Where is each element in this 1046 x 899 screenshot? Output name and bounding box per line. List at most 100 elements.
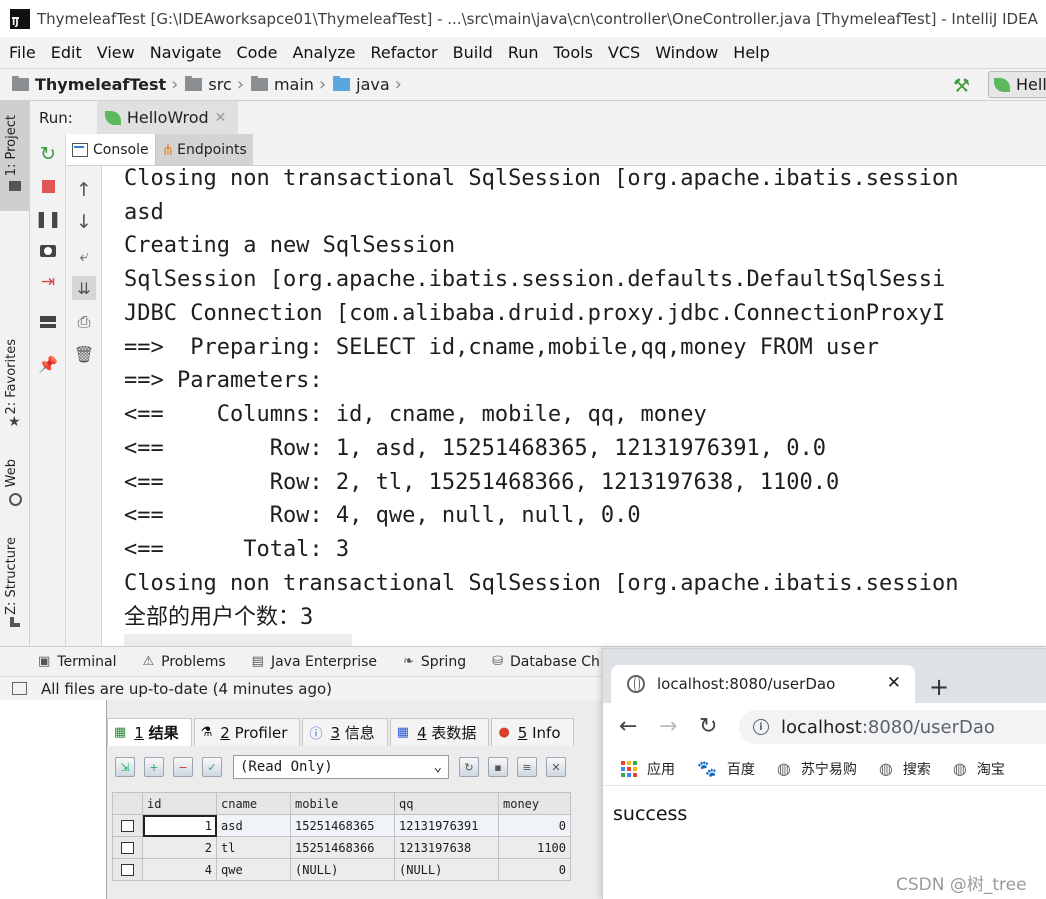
- soft-wrap-icon[interactable]: ⤶: [74, 246, 94, 266]
- column-header[interactable]: money: [498, 792, 571, 815]
- save-icon[interactable]: ✓: [202, 757, 222, 777]
- forward-icon[interactable]: →: [659, 714, 677, 739]
- layout-icon[interactable]: [38, 312, 58, 332]
- tab-database-changes[interactable]: ⛁ Database Ch: [492, 654, 600, 670]
- tab-spring[interactable]: ❧ Spring: [403, 654, 466, 670]
- run-tab-hellowrod[interactable]: HelloWrod ✕: [96, 101, 239, 134]
- build-hammer-icon[interactable]: ⚒: [953, 75, 970, 97]
- table-cell[interactable]: 0: [498, 858, 571, 881]
- bookmark-apps[interactable]: 应用: [621, 759, 675, 779]
- tab-info-5[interactable]: ● 5 Info: [491, 718, 574, 746]
- table-row[interactable]: 2 tl 15251468366 1213197638 1100: [112, 836, 571, 859]
- add-row-icon[interactable]: +: [144, 757, 164, 777]
- row-checkbox[interactable]: [112, 858, 143, 881]
- tab-problems[interactable]: ⚠ Problems: [142, 654, 225, 670]
- table-cell[interactable]: asd: [216, 814, 291, 837]
- breadcrumb-src[interactable]: src ›: [185, 74, 251, 95]
- breadcrumb-project[interactable]: ThymeleafTest ›: [12, 74, 185, 95]
- table-cell[interactable]: 0: [498, 814, 571, 837]
- table-cell[interactable]: (NULL): [290, 858, 395, 881]
- structure-tool-tab[interactable]: Z: Structure: [4, 537, 19, 615]
- table-cell[interactable]: 15251468365: [290, 814, 395, 837]
- table-cell[interactable]: 1213197638: [394, 836, 499, 859]
- menu-vcs[interactable]: VCS: [608, 43, 640, 62]
- close-icon[interactable]: ✕: [215, 110, 227, 126]
- table-cell[interactable]: 1: [142, 814, 217, 837]
- menu-help[interactable]: Help: [733, 43, 769, 62]
- table-cell[interactable]: (NULL): [394, 858, 499, 881]
- delete-row-icon[interactable]: −: [173, 757, 193, 777]
- scroll-to-end-icon[interactable]: ⇊: [72, 276, 96, 300]
- bookmark-suning[interactable]: ◍ 苏宁易购: [777, 759, 857, 779]
- result-grid[interactable]: id cname mobile qq money 1 asd 152514683…: [112, 792, 571, 881]
- refresh-icon[interactable]: ↻: [459, 757, 479, 777]
- run-configuration-selector[interactable]: Hell: [988, 71, 1046, 98]
- tab-info[interactable]: ⓘ 3 信息: [302, 718, 388, 746]
- table-cell[interactable]: 15251468366: [290, 836, 395, 859]
- new-tab-icon[interactable]: +: [929, 673, 949, 701]
- filter-icon[interactable]: ≡: [517, 757, 537, 777]
- column-header[interactable]: qq: [394, 792, 499, 815]
- table-cell[interactable]: 4: [142, 858, 217, 881]
- site-info-icon[interactable]: i: [753, 719, 769, 735]
- tab-results[interactable]: ▦ 1 结果: [107, 718, 192, 746]
- table-row[interactable]: 4 qwe (NULL) (NULL) 0: [112, 858, 571, 881]
- bookmark-taobao[interactable]: ◍ 淘宝: [953, 759, 1005, 779]
- table-cell[interactable]: 2: [142, 836, 217, 859]
- tab-table-data[interactable]: ▦ 4 表数据: [389, 718, 490, 746]
- menu-window[interactable]: Window: [655, 43, 718, 62]
- row-checkbox[interactable]: [112, 836, 143, 859]
- menu-refactor[interactable]: Refactor: [371, 43, 438, 62]
- tab-endpoints[interactable]: ⋔ Endpoints: [155, 134, 253, 165]
- menu-tools[interactable]: Tools: [554, 43, 593, 62]
- breadcrumb-java[interactable]: java ›: [333, 74, 409, 95]
- export-icon[interactable]: ⇲: [115, 757, 135, 777]
- menu-view[interactable]: View: [97, 43, 135, 62]
- pin-icon[interactable]: 📌: [38, 354, 58, 374]
- exit-icon[interactable]: ⇥: [38, 272, 58, 292]
- table-cell[interactable]: 12131976391: [394, 814, 499, 837]
- trash-icon[interactable]: 🗑: [74, 344, 94, 364]
- project-tool-tab[interactable]: 1: Project: [0, 101, 29, 211]
- browser-tab[interactable]: localhost:8080/userDao ✕: [611, 665, 915, 703]
- menu-edit[interactable]: Edit: [51, 43, 82, 62]
- column-header[interactable]: mobile: [290, 792, 395, 815]
- tab-console[interactable]: Console: [66, 134, 156, 165]
- table-cell[interactable]: qwe: [216, 858, 291, 881]
- pause-icon[interactable]: ❚❚: [35, 208, 62, 228]
- tab-java-enterprise[interactable]: ▤ Java Enterprise: [252, 654, 377, 670]
- rerun-icon[interactable]: ↻: [38, 143, 58, 165]
- back-icon[interactable]: ←: [619, 714, 637, 739]
- disk-icon[interactable]: ▪: [488, 757, 508, 777]
- bookmark-baidu[interactable]: 🐾 百度: [697, 759, 755, 779]
- address-bar[interactable]: i localhost:8080/userDao: [739, 710, 1046, 744]
- bookmark-search[interactable]: ◍ 搜索: [879, 759, 931, 779]
- menu-file[interactable]: File: [9, 43, 36, 62]
- menu-code[interactable]: Code: [237, 43, 278, 62]
- web-tool-tab[interactable]: Web: [4, 459, 19, 487]
- menu-run[interactable]: Run: [508, 43, 539, 62]
- table-row[interactable]: 1 asd 15251468365 12131976391 0: [112, 814, 571, 837]
- table-cell[interactable]: tl: [216, 836, 291, 859]
- reload-icon[interactable]: ↻: [699, 714, 717, 739]
- menu-navigate[interactable]: Navigate: [150, 43, 222, 62]
- edit-mode-select[interactable]: (Read Only) ⌄: [233, 755, 449, 779]
- column-header[interactable]: id: [142, 792, 217, 815]
- print-icon[interactable]: ⎙: [74, 312, 94, 332]
- arrow-up-icon[interactable]: ↑: [74, 179, 94, 201]
- camera-icon[interactable]: [38, 241, 58, 261]
- table-cell[interactable]: 1100: [498, 836, 571, 859]
- console-output[interactable]: Closing non transactional SqlSession [or…: [102, 166, 1046, 646]
- status-box-icon[interactable]: [12, 682, 27, 695]
- column-header[interactable]: cname: [216, 792, 291, 815]
- tab-terminal[interactable]: ▣ Terminal: [38, 654, 116, 670]
- clear-icon[interactable]: ✕: [546, 757, 566, 777]
- favorites-tool-tab[interactable]: 2: Favorites: [4, 339, 19, 415]
- close-icon[interactable]: ✕: [887, 673, 901, 693]
- arrow-down-icon[interactable]: ↓: [74, 211, 94, 233]
- stop-icon[interactable]: [38, 176, 58, 196]
- menu-analyze[interactable]: Analyze: [292, 43, 355, 62]
- breadcrumb-main[interactable]: main ›: [250, 74, 333, 95]
- row-checkbox[interactable]: [112, 814, 143, 837]
- menu-build[interactable]: Build: [453, 43, 493, 62]
